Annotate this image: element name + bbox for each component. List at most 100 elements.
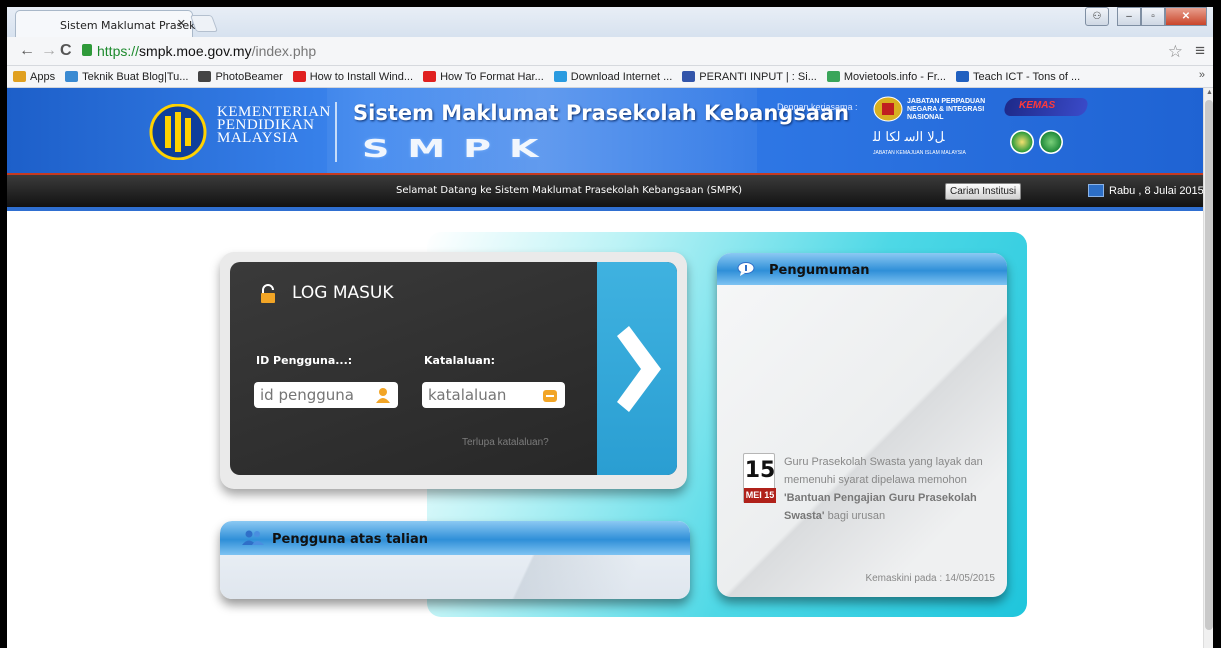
site-navbar: Selamat Datang ke Sistem Maklumat Prasek…: [7, 173, 1204, 207]
youtube-icon: [292, 71, 306, 82]
bookmark-item[interactable]: Teach ICT - Tons of ...: [955, 70, 1081, 83]
url-host: smpk.moe.gov.my: [139, 43, 252, 59]
announcement-month: MEI 15: [744, 488, 776, 503]
scroll-thumb[interactable]: [1205, 100, 1213, 630]
online-users-header: Pengguna atas talian: [220, 521, 690, 555]
bookmark-item[interactable]: Apps: [13, 71, 55, 83]
paper-plane-icon: [198, 71, 212, 82]
bookmark-item[interactable]: How to Install Wind...: [292, 70, 414, 83]
minimize-button[interactable]: –: [1117, 7, 1141, 26]
address-bar[interactable]: https://smpk.moe.gov.my/index.php: [97, 41, 1167, 62]
online-users-panel: Pengguna atas talian: [220, 521, 690, 599]
users-group-icon: [242, 530, 264, 545]
announcement-header: Pengumuman: [717, 253, 1007, 285]
current-date: Rabu , 8 Julai 2015: [1109, 185, 1204, 197]
bookmark-label: How To Format Har...: [440, 70, 544, 83]
tab-close-icon[interactable]: ✕: [177, 17, 186, 30]
close-window-button[interactable]: ✕: [1165, 7, 1207, 26]
back-arrow-icon[interactable]: ←: [19, 42, 35, 60]
online-users-title: Pengguna atas talian: [272, 532, 428, 547]
m-favicon: [826, 71, 840, 82]
padlock-icon: [543, 390, 557, 402]
apps-grid-icon: [13, 71, 26, 82]
youtube-icon: [423, 71, 437, 82]
login-card: LOG MASUK ID Pengguna...: Katalaluan: Te…: [230, 262, 677, 475]
site-banner: KEMENTERIAN PENDIDIKAN MALAYSIA Sistem M…: [7, 88, 1203, 173]
announcement-updated: Kemaskini pada : 14/05/2015: [865, 573, 995, 584]
announcement-date-badge: 15 MEI 15: [743, 453, 776, 503]
bookmark-item[interactable]: PERANTI INPUT | : Si...: [682, 71, 817, 83]
speech-bubble-icon: [737, 262, 755, 276]
kemas-text: KEMAS: [1019, 100, 1056, 111]
login-submit-chevron-icon[interactable]: [609, 324, 665, 414]
bookmark-label: Teach ICT - Tons of ...: [972, 70, 1081, 83]
user-icon: [376, 388, 390, 403]
password-label: Katalaluan:: [424, 354, 496, 367]
announcement-day: 15: [744, 458, 776, 483]
bookmark-label: Download Internet ...: [570, 70, 673, 83]
bookmark-label: Teknik Buat Blog|Tu...: [82, 70, 189, 83]
tab-bar: Sistem Maklumat Prasekol ✕ ⚇ – ▫ ✕: [7, 7, 1213, 37]
welcome-message: Selamat Datang ke Sistem Maklumat Prasek…: [396, 185, 742, 196]
secure-lock-icon[interactable]: [82, 44, 92, 56]
forward-arrow-icon[interactable]: →: [41, 42, 57, 60]
page-scrollbar[interactable]: ▲: [1203, 88, 1213, 648]
bookmark-label: PhotoBeamer: [215, 70, 283, 83]
ministry-name: KEMENTERIAN PENDIDIKAN MALAYSIA: [217, 105, 331, 146]
kemas-emblem-icon: [1039, 130, 1063, 154]
reload-icon[interactable]: C: [60, 42, 72, 60]
jpn-text: JABATAN PERPADUAN NEGARA & INTEGRASI NAS…: [907, 98, 986, 121]
bookmarks-more-icon[interactable]: »: [1199, 69, 1205, 81]
partner-label: Dengan kerjasama :: [777, 102, 858, 112]
login-title: LOG MASUK: [292, 283, 394, 303]
window-controls: ⚇ – ▫ ✕: [1085, 7, 1207, 26]
blog-favicon: [682, 71, 696, 82]
site-title: Sistem Maklumat Prasekolah Kebangsaan: [353, 101, 850, 125]
browser-tab[interactable]: Sistem Maklumat Prasekol ✕: [15, 10, 205, 37]
login-panel: LOG MASUK ID Pengguna...: Katalaluan: Te…: [220, 252, 687, 489]
forgot-password-link[interactable]: Terlupa katalaluan?: [462, 437, 549, 448]
navbar-underline: [7, 207, 1203, 211]
bookmark-star-icon[interactable]: ☆: [1168, 42, 1183, 62]
jakim-script-logo: ﻞﻟﺎ ﺍﻟﺳ ﻟﻜﺎ ﻟﻠ: [873, 130, 945, 145]
browser-toolbar: ← → C https://smpk.moe.gov.my/index.php …: [7, 37, 1213, 66]
url-path: /index.php: [251, 43, 317, 59]
bookmark-item[interactable]: Movietools.info - Fr...: [826, 70, 946, 83]
announcement-text-start: Guru Prasekolah Swasta yang layak dan me…: [784, 456, 983, 486]
jpn-crest-icon: [873, 96, 903, 122]
bookmark-item[interactable]: How To Format Har...: [423, 71, 544, 83]
kpm-logo-icon: [149, 104, 207, 160]
announcement-title: Pengumuman: [769, 263, 870, 278]
bookmark-label: PERANTI INPUT | : Si...: [699, 70, 817, 83]
smpk-logo: SMPK: [362, 134, 557, 163]
carian-institusi-button[interactable]: Carian Institusi: [945, 183, 1022, 200]
bookmark-item[interactable]: Download Internet ...: [553, 70, 673, 83]
bookmark-label: How to Install Wind...: [309, 70, 414, 83]
w-favicon: [955, 71, 969, 82]
ministry-line-3: MALAYSIA: [217, 130, 299, 146]
header-divider: [335, 102, 337, 162]
calendar-icon: [1088, 184, 1104, 197]
bookmark-item[interactable]: Teknik Buat Blog|Tu...: [65, 71, 188, 83]
bookmark-label: Movietools.info - Fr...: [843, 70, 946, 83]
maximize-button[interactable]: ▫: [1141, 7, 1165, 26]
announcement-text: Guru Prasekolah Swasta yang layak dan me…: [784, 453, 1004, 525]
bookmark-item[interactable]: PhotoBeamer: [198, 70, 283, 83]
bookmarks-bar: Apps Teknik Buat Blog|Tu... PhotoBeamer How…: [7, 66, 1213, 88]
bookmark-label: Apps: [30, 70, 56, 83]
chrome-menu-icon[interactable]: ≡: [1195, 41, 1205, 61]
scroll-up-icon[interactable]: ▲: [1206, 89, 1213, 96]
login-submit-bar[interactable]: [597, 262, 677, 475]
windows-favicon: [553, 71, 567, 82]
announcement-text-end: bagi urusan: [824, 510, 886, 522]
url-scheme: https://: [97, 43, 140, 59]
user-id-label: ID Pengguna...:: [256, 354, 353, 367]
panel-stripe: [420, 555, 680, 599]
jakim-emblem-icon: [1010, 130, 1034, 154]
announcement-panel: Pengumuman 15 MEI 15 Guru Prasekolah Swa…: [717, 253, 1007, 597]
blog-favicon: [65, 71, 79, 82]
jakim-text: JABATAN KEMAJUAN ISLAM MALAYSIA: [873, 150, 966, 156]
browser-window: Sistem Maklumat Prasekol ✕ ⚇ – ▫ ✕ ← → C…: [7, 7, 1213, 648]
user-profile-icon[interactable]: ⚇: [1085, 7, 1109, 26]
lock-icon: [261, 284, 275, 303]
